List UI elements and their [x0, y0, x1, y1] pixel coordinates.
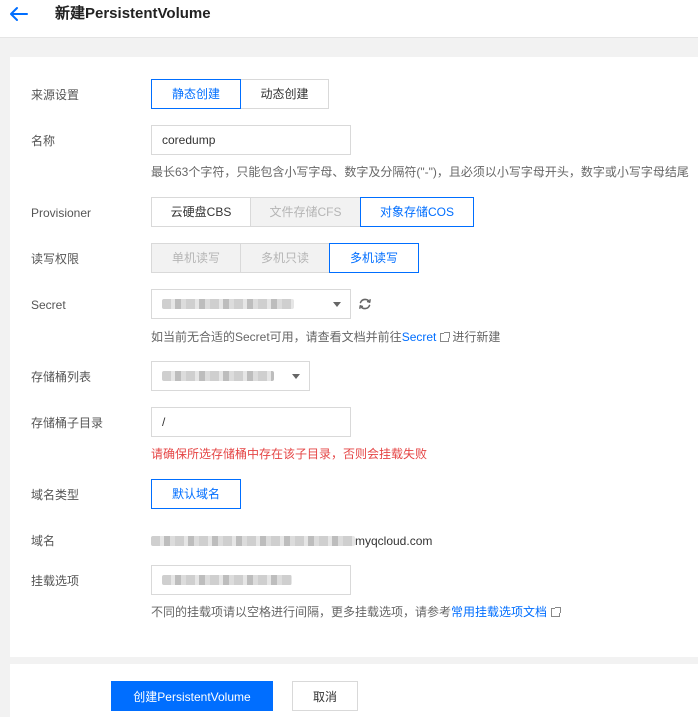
subdir-input[interactable]: / — [151, 407, 351, 437]
bucket-label: 存储桶列表 — [31, 370, 92, 384]
bucket-selected-value — [162, 371, 274, 381]
mount-help-text: 不同的挂载项请以空格进行间隔，更多挂载选项，请参考常用挂载选项文档 — [151, 604, 563, 620]
form-footer: 创建PersistentVolume 取消 — [10, 664, 698, 717]
subdir-label: 存储桶子目录 — [31, 416, 104, 430]
mount-options-value — [162, 575, 292, 585]
cancel-button[interactable]: 取消 — [292, 681, 358, 711]
provisioner-cbs-button[interactable]: 云硬盘CBS — [151, 197, 251, 227]
refresh-icon[interactable] — [358, 297, 372, 311]
domain-label: 域名 — [31, 534, 56, 548]
domain-type-label: 域名类型 — [31, 488, 80, 502]
domain-prefix-masked — [151, 536, 355, 546]
name-label: 名称 — [31, 134, 56, 148]
page-title: 新建PersistentVolume — [55, 5, 211, 22]
name-help-text: 最长63个字符，只能包含小写字母、数字及分隔符("-")，且必须以小写字母开头，… — [151, 165, 689, 179]
provisioner-cos-button[interactable]: 对象存储COS — [360, 197, 474, 227]
secret-select[interactable] — [151, 289, 351, 319]
access-single-rw-button: 单机读写 — [151, 243, 241, 273]
secret-label: Secret — [31, 298, 66, 312]
chevron-down-icon — [333, 302, 341, 307]
access-multi-rw-button[interactable]: 多机读写 — [329, 243, 419, 273]
mount-options-input[interactable] — [151, 565, 351, 595]
back-arrow-icon[interactable] — [9, 6, 29, 22]
external-link-icon — [551, 607, 562, 617]
access-multi-ro-button: 多机只读 — [240, 243, 330, 273]
mount-label: 挂载选项 — [31, 574, 80, 588]
name-input[interactable]: coredump — [151, 125, 351, 155]
secret-help-text: 如当前无合适的Secret可用，请查看文档并前往Secret 进行新建 — [151, 330, 501, 344]
bucket-select[interactable] — [151, 361, 310, 391]
create-pv-button[interactable]: 创建PersistentVolume — [111, 681, 273, 711]
source-static-button[interactable]: 静态创建 — [151, 79, 241, 109]
external-link-icon — [440, 332, 451, 342]
provisioner-cfs-button: 文件存储CFS — [250, 197, 361, 227]
domain-type-default-button[interactable]: 默认域名 — [151, 479, 241, 509]
form-card: 来源设置 静态创建 动态创建 名称 coredump 最长63个字符，只能包含小… — [10, 57, 698, 657]
source-dynamic-button[interactable]: 动态创建 — [240, 79, 329, 109]
subdir-warning-text: 请确保所选存储桶中存在该子目录，否则会挂载失败 — [151, 447, 428, 461]
chevron-down-icon — [292, 374, 300, 379]
access-label: 读写权限 — [31, 252, 80, 266]
domain-value: myqcloud.com — [151, 533, 432, 549]
mount-doc-link[interactable]: 常用挂载选项文档 — [451, 605, 547, 619]
source-label: 来源设置 — [31, 88, 80, 102]
secret-doc-link[interactable]: Secret — [402, 330, 437, 344]
page-header: 新建PersistentVolume — [0, 0, 698, 38]
provisioner-label: Provisioner — [31, 206, 92, 220]
secret-selected-value — [162, 299, 294, 309]
